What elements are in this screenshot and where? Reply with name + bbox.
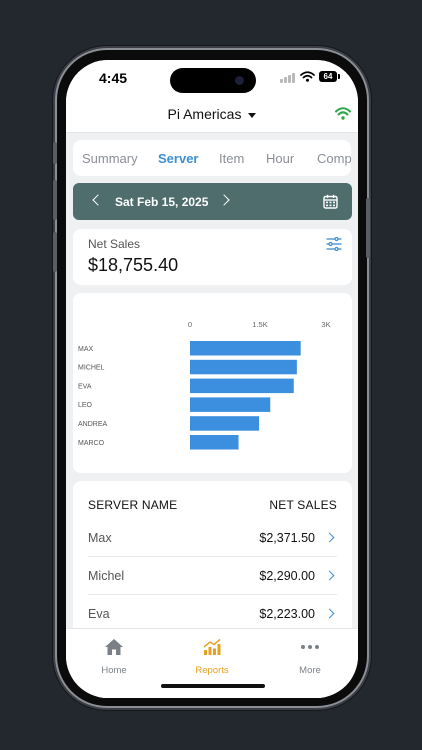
bar[interactable] bbox=[190, 359, 297, 375]
dynamic-island bbox=[170, 68, 256, 93]
tab-reports[interactable]: Reports bbox=[172, 638, 252, 676]
server-net-sales: $2,290.00 bbox=[259, 569, 315, 583]
previous-day-icon[interactable] bbox=[92, 194, 104, 206]
server-net-sales: $2,223.00 bbox=[259, 607, 315, 621]
tab-server[interactable]: Server bbox=[158, 151, 198, 166]
category-label: ANDREA bbox=[78, 421, 108, 428]
net-sales-value: $18,755.40 bbox=[88, 255, 179, 275]
chevron-right-icon bbox=[324, 570, 335, 581]
filter-settings-icon[interactable] bbox=[326, 237, 342, 251]
next-day-icon[interactable] bbox=[218, 194, 230, 206]
chevron-right-icon bbox=[324, 608, 335, 619]
net-sales-card: Net Sales $18,755.40 bbox=[73, 229, 352, 285]
server-name: Max bbox=[88, 531, 112, 545]
tab-compare[interactable]: Compa bbox=[317, 151, 351, 166]
tab-home-label: Home bbox=[101, 665, 127, 676]
tab-item[interactable]: Item bbox=[219, 151, 244, 166]
bar[interactable] bbox=[190, 378, 294, 394]
volume-down-button bbox=[53, 232, 57, 272]
tab-more-label: More bbox=[299, 665, 321, 676]
bar[interactable] bbox=[190, 341, 301, 356]
power-button bbox=[366, 198, 370, 258]
bar-chart: 0 1.5K 3K MAX MICHEL EVA LEO ANDREA MARCO bbox=[78, 320, 331, 450]
tab-hour[interactable]: Hour bbox=[266, 151, 294, 166]
connection-wifi-icon bbox=[335, 107, 351, 120]
tab-summary[interactable]: Summary bbox=[82, 151, 138, 166]
bar[interactable] bbox=[190, 397, 271, 412]
category-label: MARCO bbox=[78, 440, 105, 447]
server-name: Eva bbox=[88, 607, 110, 621]
cellular-signal-icon bbox=[280, 73, 295, 83]
volume-up-button bbox=[53, 180, 57, 220]
home-icon bbox=[105, 639, 123, 655]
calendar-icon[interactable] bbox=[323, 194, 338, 209]
net-sales-label: Net Sales bbox=[88, 237, 141, 251]
tab-more[interactable]: More bbox=[270, 638, 350, 676]
table-row[interactable]: Max $2,371.50 bbox=[88, 519, 337, 557]
x-tick-label: 3K bbox=[321, 320, 330, 329]
home-indicator bbox=[161, 684, 265, 688]
mute-switch bbox=[53, 142, 57, 164]
chevron-right-icon bbox=[324, 532, 335, 543]
reports-chart-icon bbox=[203, 638, 221, 655]
column-header-server-name: SERVER NAME bbox=[88, 498, 178, 512]
battery-icon: 64 bbox=[319, 71, 340, 82]
column-header-net-sales: NET SALES bbox=[269, 498, 337, 512]
bar[interactable] bbox=[190, 416, 260, 431]
server-net-sales: $2,371.50 bbox=[259, 531, 315, 545]
location-name: Pi Americas bbox=[167, 106, 242, 122]
selected-date[interactable]: Sat Feb 15, 2025 bbox=[115, 195, 208, 209]
caret-down-icon bbox=[248, 112, 257, 118]
location-selector[interactable]: Pi Americas bbox=[66, 106, 358, 122]
category-label: MAX bbox=[78, 346, 94, 353]
server-name: Michel bbox=[88, 569, 125, 583]
report-tabs: Summary Server Item Hour Compa bbox=[73, 140, 351, 176]
bar[interactable] bbox=[190, 435, 239, 450]
tab-reports-label: Reports bbox=[195, 665, 229, 676]
server-sales-chart: 0 1.5K 3K MAX MICHEL EVA LEO ANDREA MARCO bbox=[73, 293, 352, 473]
app-header: Pi Americas bbox=[66, 96, 358, 133]
category-label: MICHEL bbox=[78, 365, 105, 372]
wifi-status-icon bbox=[300, 71, 315, 82]
category-label: LEO bbox=[78, 402, 93, 409]
camera-icon bbox=[235, 76, 244, 85]
x-tick-label: 0 bbox=[188, 320, 192, 329]
table-row[interactable]: Michel $2,290.00 bbox=[88, 557, 337, 595]
x-tick-label: 1.5K bbox=[252, 320, 267, 329]
status-time: 4:45 bbox=[99, 70, 128, 86]
date-navigator: Sat Feb 15, 2025 bbox=[73, 183, 352, 220]
more-dots-icon bbox=[301, 645, 319, 649]
screen: 4:45 64 Pi Americas Summary Server Item … bbox=[66, 60, 358, 698]
tab-home[interactable]: Home bbox=[74, 638, 154, 676]
category-label: EVA bbox=[78, 383, 92, 390]
